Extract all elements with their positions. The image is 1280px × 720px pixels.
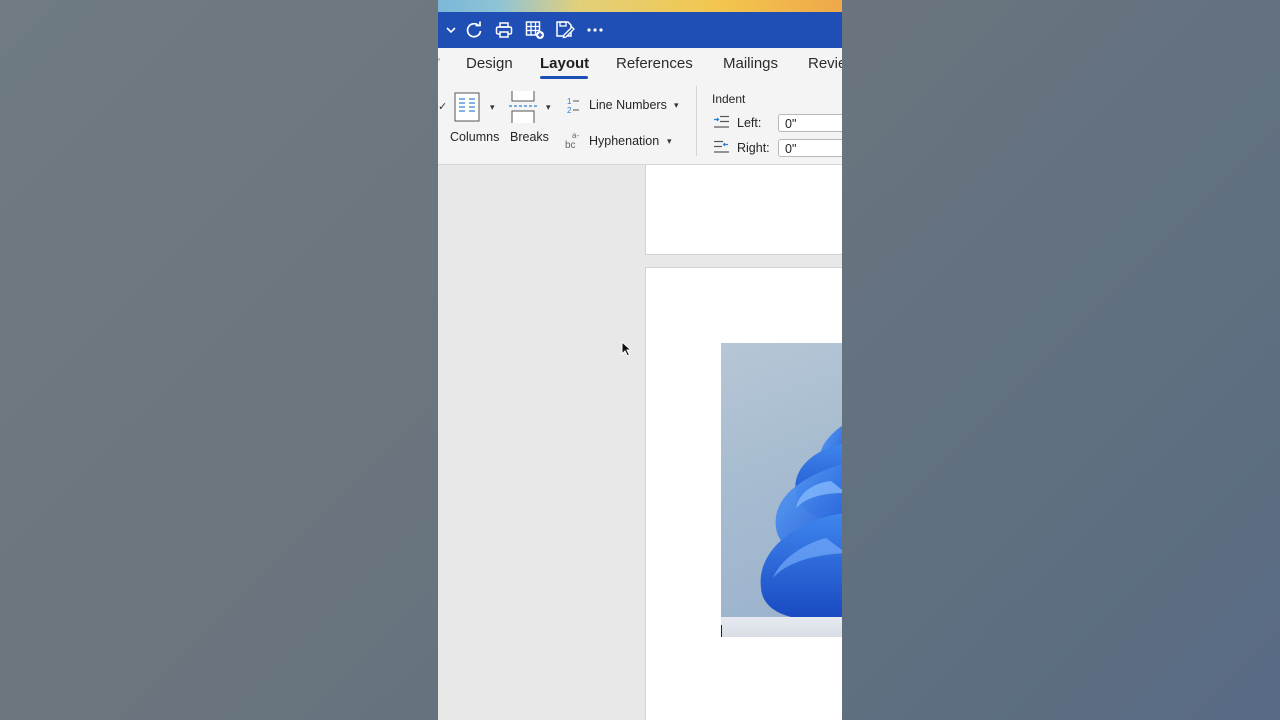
svg-text:a-: a- <box>572 131 579 140</box>
tab-mailings[interactable]: Mailings <box>723 55 778 72</box>
quick-access-toolbar <box>438 12 842 48</box>
columns-button[interactable] <box>454 92 480 122</box>
ribbon-separator <box>696 86 697 156</box>
indent-left-icon <box>713 115 729 134</box>
tab-review[interactable]: Revie <box>808 55 842 72</box>
tab-design[interactable]: Design <box>466 55 513 72</box>
breaks-dropdown-chevron-icon[interactable]: ▾ <box>546 102 551 113</box>
save-edit-icon[interactable] <box>555 20 575 40</box>
indent-right-field[interactable]: 0" <box>778 139 842 157</box>
breaks-button[interactable] <box>508 91 538 123</box>
indent-group-title: Indent <box>712 92 746 106</box>
ribbon-tabs: ‘ Design Layout References Mailings Revi… <box>438 48 842 86</box>
document-page-previous[interactable] <box>645 165 842 255</box>
indent-left-label: Left: <box>737 116 762 130</box>
tab-layout[interactable]: Layout <box>540 55 589 72</box>
hyphenation-button[interactable]: Hyphenation <box>589 134 659 148</box>
columns-dropdown-chevron-icon[interactable]: ▾ <box>490 102 495 113</box>
line-numbers-icon: 1 2 <box>566 96 580 119</box>
columns-icon <box>454 92 480 122</box>
indent-right-icon <box>713 140 729 159</box>
insert-table-icon[interactable] <box>525 20 545 40</box>
picture-caption-area <box>721 617 842 637</box>
breaks-icon <box>509 91 537 123</box>
layout-ribbon: ✓ ▾ Columns ▾ Breaks 1 2 Line Numbers ▾ … <box>438 86 842 165</box>
line-numbers-chevron-icon[interactable]: ▾ <box>674 100 679 111</box>
hyphenation-chevron-icon[interactable]: ▾ <box>667 136 672 147</box>
redo-icon[interactable] <box>464 20 484 40</box>
truncated-tab-edge: ‘ <box>438 57 441 68</box>
columns-label[interactable]: Columns <box>450 130 499 144</box>
document-canvas[interactable] <box>438 165 842 720</box>
line-numbers-button[interactable]: Line Numbers <box>589 98 667 112</box>
indent-right-label: Right: <box>737 141 770 155</box>
more-icon[interactable] <box>586 20 604 40</box>
svg-text:1: 1 <box>567 97 572 106</box>
window-accent-stripe <box>438 0 842 12</box>
breaks-label[interactable]: Breaks <box>510 130 549 144</box>
tab-references[interactable]: References <box>616 55 693 72</box>
svg-text:bc: bc <box>565 140 576 150</box>
word-app-window: ‘ Design Layout References Mailings Revi… <box>438 0 842 720</box>
hyphenation-icon: a- bc <box>564 130 582 155</box>
svg-text:2: 2 <box>567 106 572 114</box>
print-icon[interactable] <box>494 20 514 40</box>
text-cursor <box>721 625 722 637</box>
inserted-picture[interactable] <box>721 343 842 617</box>
windows-bloom-image <box>760 425 842 617</box>
mouse-pointer-icon <box>621 340 633 362</box>
truncated-chevron-icon: ✓ <box>438 101 448 113</box>
chevron-down-icon[interactable] <box>444 20 458 40</box>
indent-left-field[interactable]: 0" <box>778 114 842 132</box>
active-tab-indicator <box>540 76 588 79</box>
